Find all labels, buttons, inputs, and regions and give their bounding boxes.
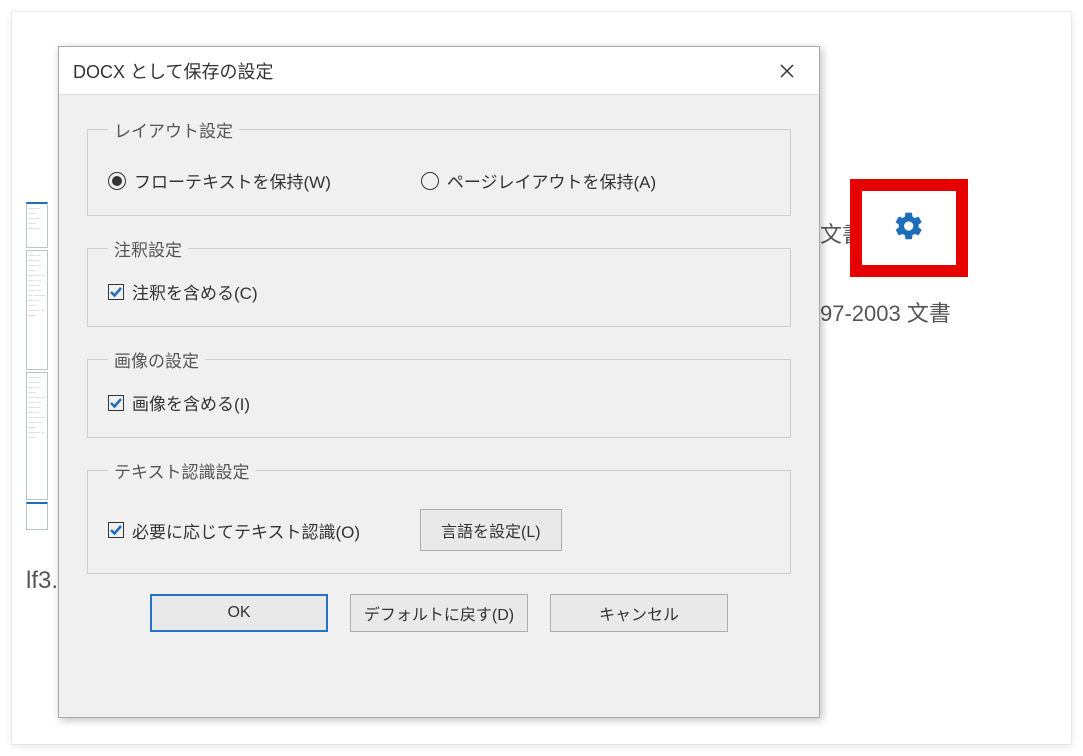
comments-settings-group: 注釈設定 注釈を含める(C) <box>87 236 791 327</box>
ocr-legend: テキスト認識設定 <box>108 458 256 483</box>
ok-button[interactable]: OK <box>150 594 328 632</box>
comments-legend: 注釈設定 <box>108 236 188 261</box>
docx-save-settings-dialog: DOCX として保存の設定 レイアウト設定 フローテキストを保持(W) ページレ… <box>58 46 820 718</box>
dialog-button-row: OK デフォルトに戻す(D) キャンセル <box>87 594 791 632</box>
radio-icon <box>108 172 126 190</box>
thumb-page: ―― ― ――― ―― ― ―― ――― ― ―― ― ――― ―― ― ― ―… <box>26 250 48 370</box>
dialog-title: DOCX として保存の設定 <box>73 58 273 84</box>
radio-label: フローテキストを保持(W) <box>134 168 331 193</box>
radio-label: ページレイアウトを保持(A) <box>447 168 656 193</box>
app-background: ――― ―― ――― ―― ――― ―― ― ――― ―― ― ―― ――― ―… <box>12 12 1071 744</box>
bg-label-doc-legacy: 97-2003 文書 <box>820 296 951 328</box>
set-language-button[interactable]: 言語を設定(L) <box>420 509 562 551</box>
ocr-settings-group: テキスト認識設定 必要に応じてテキスト認識(O) 言語を設定(L) <box>87 458 791 574</box>
defaults-button[interactable]: デフォルトに戻す(D) <box>350 594 528 632</box>
checkbox-label: 画像を含める(I) <box>132 390 250 415</box>
gear-icon[interactable] <box>893 210 925 247</box>
checkbox-label: 必要に応じてテキスト認識(O) <box>132 518 360 543</box>
images-settings-group: 画像の設定 画像を含める(I) <box>87 347 791 438</box>
checkbox-label: 注釈を含める(C) <box>132 279 258 304</box>
layout-legend: レイアウト設定 <box>108 117 239 142</box>
radio-flow-text[interactable]: フローテキストを保持(W) <box>108 168 331 193</box>
thumb-page: ―― ― ――― ―― ― ―― ――― ― ―― ― ――― ―― ― ― ―… <box>26 372 48 500</box>
cancel-button[interactable]: キャンセル <box>550 594 728 632</box>
checkbox-icon <box>108 395 124 411</box>
thumb-page: ――― ―― ――― ―― ――― <box>26 202 48 248</box>
close-icon <box>780 64 794 78</box>
dialog-body: レイアウト設定 フローテキストを保持(W) ページレイアウトを保持(A) 注釈設… <box>59 95 819 648</box>
images-legend: 画像の設定 <box>108 347 205 372</box>
check-include-comments[interactable]: 注釈を含める(C) <box>108 279 770 304</box>
dialog-titlebar: DOCX として保存の設定 <box>59 47 819 95</box>
layout-settings-group: レイアウト設定 フローテキストを保持(W) ページレイアウトを保持(A) <box>87 117 791 216</box>
checkbox-icon <box>108 284 124 300</box>
thumb-page <box>26 502 48 530</box>
close-button[interactable] <box>769 53 805 89</box>
bg-label-file: lf3. <box>26 567 58 595</box>
check-ocr[interactable]: 必要に応じてテキスト認識(O) <box>108 518 360 543</box>
radio-icon <box>421 172 439 190</box>
radio-page-layout[interactable]: ページレイアウトを保持(A) <box>421 168 656 193</box>
check-include-images[interactable]: 画像を含める(I) <box>108 390 770 415</box>
checkbox-icon <box>108 522 124 538</box>
highlight-box <box>850 179 968 277</box>
